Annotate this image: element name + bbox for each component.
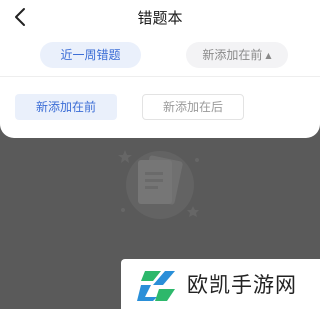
date-range-filter-label: 近一周错题: [60, 48, 121, 62]
sort-options-sheet: 新添加在前 新添加在后: [0, 77, 320, 138]
filter-row: 近一周错题 新添加在前 ▲: [0, 36, 320, 76]
sort-option-oldest-first[interactable]: 新添加在后: [142, 94, 244, 120]
caret-up-icon: ▲: [265, 51, 272, 60]
sort-dropdown-button[interactable]: 新添加在前 ▲: [186, 42, 288, 68]
top-nav-bar: 错题本: [0, 0, 320, 36]
document-stack-icon: [105, 140, 215, 235]
watermark: 欧凯手游网: [121, 259, 320, 309]
page-title: 错题本: [137, 9, 183, 27]
sort-option-newest-first[interactable]: 新添加在前: [15, 94, 117, 120]
sort-dropdown-label: 新添加在前: [202, 48, 263, 62]
brand-logo-icon: [137, 271, 175, 301]
date-range-filter-button[interactable]: 近一周错题: [40, 42, 141, 68]
watermark-text: 欧凯手游网: [187, 273, 297, 297]
